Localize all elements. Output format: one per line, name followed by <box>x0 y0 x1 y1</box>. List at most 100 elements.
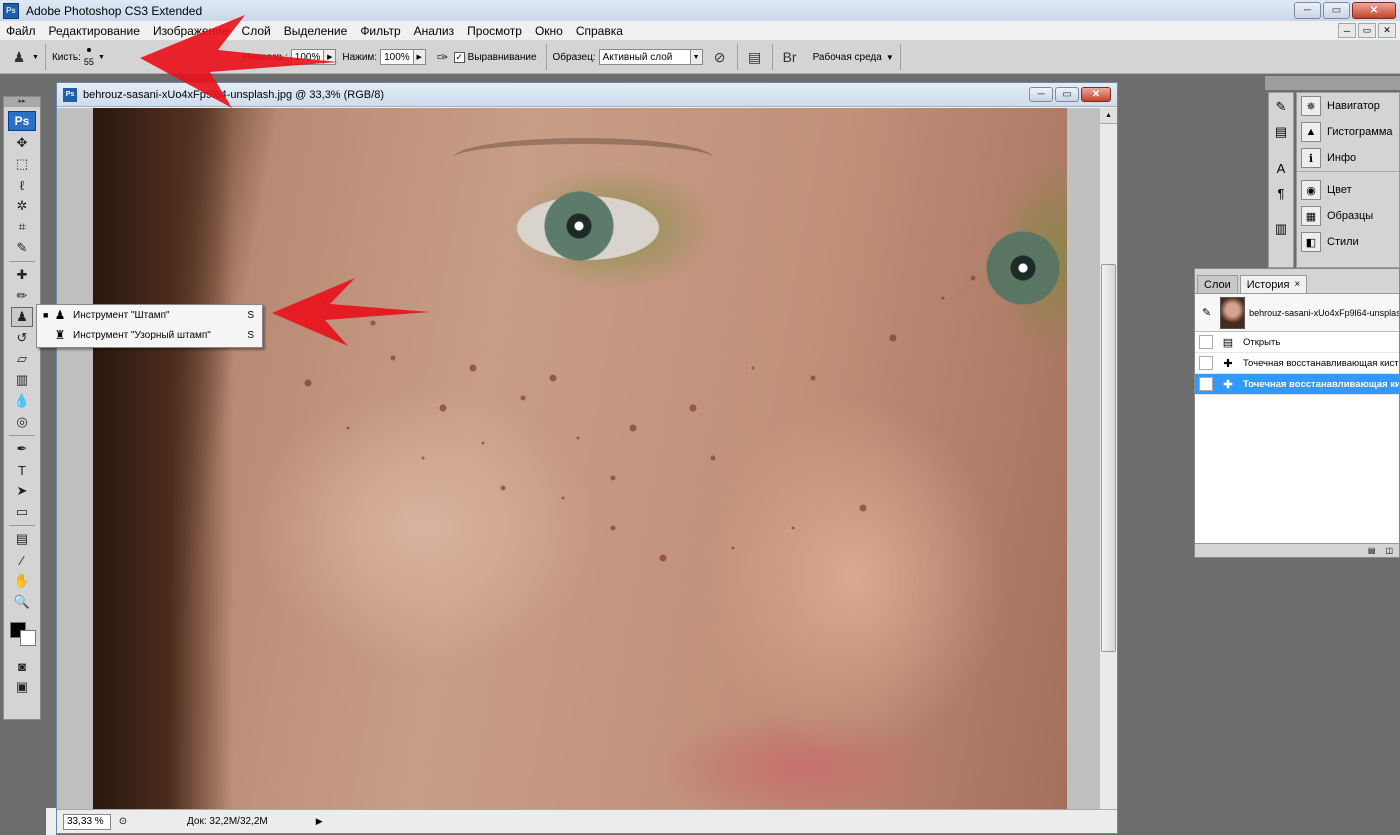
new-snapshot-icon[interactable]: ◫ <box>1385 546 1393 555</box>
document-title-bar[interactable]: Ps behrouz-sasani-xUo4xFp9l64-unsplash.j… <box>57 83 1117 107</box>
chevron-down-icon[interactable]: ▼ <box>32 54 39 61</box>
opacity-slider-button[interactable]: ▶ <box>324 49 337 65</box>
menu-image[interactable]: Изображение <box>153 24 229 38</box>
workspace-menu[interactable]: Рабочая среда <box>813 52 882 63</box>
new-document-from-state-icon[interactable]: ▤ <box>1368 546 1376 555</box>
tab-history[interactable]: История × <box>1239 275 1308 293</box>
ignore-adjustment-layers-icon[interactable]: ⊘ <box>709 46 731 68</box>
toolbox-collapse-handle[interactable]: ▸▸ <box>4 97 40 107</box>
slice-tool-icon[interactable]: ✎ <box>11 238 33 258</box>
status-menu-arrow[interactable]: ▶ <box>316 816 323 827</box>
history-step-open[interactable]: ▤ Открыть <box>1195 332 1399 353</box>
hand-tool-icon[interactable]: ✋ <box>11 571 33 591</box>
layer-comps-panel-icon[interactable]: ▥ <box>1270 218 1292 240</box>
eraser-tool-icon[interactable]: ▱ <box>11 349 33 369</box>
vertical-scrollbar[interactable]: ▲ <box>1099 108 1117 811</box>
dock-item-histogram[interactable]: ▲ Гистограмма <box>1297 119 1399 145</box>
clone-stamp-preset-icon[interactable]: ♟ <box>8 46 30 68</box>
history-step-healing-1[interactable]: ✚ Точечная восстанавливающая кисть <box>1195 353 1399 374</box>
bridge-icon[interactable]: Br <box>779 46 801 68</box>
shape-tool-icon[interactable]: ▭ <box>11 502 33 522</box>
dock-item-color[interactable]: ◉ Цвет <box>1297 177 1399 203</box>
lasso-tool-icon[interactable]: ℓ <box>11 175 33 195</box>
notes-tool-icon[interactable]: ▤ <box>11 529 33 549</box>
clone-source-panel-icon[interactable]: ▤ <box>1270 121 1292 143</box>
menu-filter[interactable]: Фильтр <box>360 24 400 38</box>
status-options-icon[interactable]: ⊙ <box>115 814 131 830</box>
menu-select[interactable]: Выделение <box>284 24 348 38</box>
close-tab-icon[interactable]: × <box>1294 279 1300 290</box>
doc-minimize-button[interactable]: ─ <box>1029 87 1053 102</box>
menu-edit[interactable]: Редактирование <box>49 24 140 38</box>
type-tool-icon[interactable]: T <box>11 460 33 480</box>
history-source-box[interactable] <box>1199 356 1213 370</box>
sample-dropdown[interactable]: Активный слой <box>598 49 691 65</box>
close-button[interactable]: ✕ <box>1352 2 1396 19</box>
dock-item-info[interactable]: ℹ Инфо <box>1297 145 1399 171</box>
airbrush-icon[interactable]: ✑ <box>432 46 454 68</box>
dock-item-navigator[interactable]: ✵ Навигатор <box>1297 93 1399 119</box>
history-snapshot[interactable]: ✎ behrouz-sasani-xUo4xFp9l64-unsplash <box>1195 294 1399 332</box>
history-brush-source-icon[interactable]: ✎ <box>1197 303 1216 323</box>
move-tool-icon[interactable]: ✥ <box>11 133 33 153</box>
menu-view[interactable]: Просмотр <box>467 24 522 38</box>
dock-header[interactable] <box>1265 76 1400 90</box>
flyout-item-pattern-stamp[interactable]: ♜ Инструмент "Узорный штамп" S <box>37 325 262 345</box>
magic-wand-tool-icon[interactable]: ✲ <box>11 196 33 216</box>
palette-well-icon[interactable]: ▤ <box>744 46 766 68</box>
paragraph-panel-icon[interactable]: ¶ <box>1270 182 1292 204</box>
history-step-label: Открыть <box>1243 336 1281 348</box>
history-source-box[interactable] <box>1199 335 1213 349</box>
history-brush-tool-icon[interactable]: ↺ <box>11 328 33 348</box>
zoom-field[interactable]: 33,33 % <box>63 813 111 830</box>
chevron-down-icon[interactable]: ▼ <box>98 54 105 61</box>
quick-mask-icon[interactable]: ◙ <box>11 656 33 676</box>
chevron-down-icon[interactable]: ▼ <box>690 49 703 65</box>
flow-slider-button[interactable]: ▶ <box>413 49 426 65</box>
clone-stamp-tool-icon[interactable]: ♟ <box>11 307 33 327</box>
doc-maximize-button[interactable]: ▭ <box>1055 87 1079 102</box>
brush-picker[interactable]: 55 <box>84 47 94 67</box>
canvas-area[interactable] <box>57 108 1100 811</box>
dodge-tool-icon[interactable]: ◎ <box>11 412 33 432</box>
history-source-box[interactable] <box>1199 377 1213 391</box>
doc-restore-button[interactable]: ▭ <box>1358 23 1376 38</box>
scroll-thumb[interactable] <box>1101 264 1116 652</box>
chevron-down-icon[interactable]: ▼ <box>886 53 894 62</box>
eyedropper-tool-icon[interactable]: ⁄ <box>11 550 33 570</box>
doc-close-button[interactable]: ✕ <box>1081 87 1111 102</box>
screen-mode-icon[interactable]: ▣ <box>11 677 33 697</box>
character-panel-icon[interactable]: A <box>1270 157 1292 179</box>
dock-item-swatches[interactable]: ▦ Образцы <box>1297 203 1399 229</box>
background-color-swatch[interactable] <box>20 630 36 646</box>
marquee-tool-icon[interactable]: ⬚ <box>11 154 33 174</box>
ps-badge-icon[interactable]: Ps <box>8 111 36 131</box>
scroll-up-button[interactable]: ▲ <box>1100 108 1117 124</box>
path-selection-tool-icon[interactable]: ➤ <box>11 481 33 501</box>
history-step-healing-2[interactable]: ✚ Точечная восстанавливающая кисть <box>1195 374 1399 395</box>
flow-field[interactable]: 100% <box>380 49 414 65</box>
gradient-tool-icon[interactable]: ▥ <box>11 370 33 390</box>
healing-brush-tool-icon[interactable]: ✚ <box>11 265 33 285</box>
blur-tool-icon[interactable]: 💧 <box>11 391 33 411</box>
brushes-panel-icon[interactable]: ✎ <box>1270 96 1292 118</box>
menu-file[interactable]: Файл <box>6 24 36 38</box>
zoom-tool-icon[interactable]: 🔍 <box>11 592 33 612</box>
pen-tool-icon[interactable]: ✒ <box>11 439 33 459</box>
tab-layers[interactable]: Слои <box>1197 275 1238 293</box>
doc-minimize-button[interactable]: ─ <box>1338 23 1356 38</box>
menu-help[interactable]: Справка <box>576 24 623 38</box>
dock-item-styles[interactable]: ◧ Стили <box>1297 229 1399 255</box>
doc-close-button[interactable]: ✕ <box>1378 23 1396 38</box>
menu-layer[interactable]: Слой <box>242 24 271 38</box>
minimize-button[interactable]: ─ <box>1294 2 1321 19</box>
crop-tool-icon[interactable]: ⌗ <box>11 217 33 237</box>
photo-canvas[interactable] <box>93 108 1067 811</box>
menu-analysis[interactable]: Анализ <box>414 24 455 38</box>
opacity-field[interactable]: 100% <box>290 49 325 65</box>
menu-window[interactable]: Окно <box>535 24 563 38</box>
brush-tool-icon[interactable]: ✏ <box>11 286 33 306</box>
aligned-checkbox[interactable]: ✓ <box>453 51 465 63</box>
flyout-item-clone-stamp[interactable]: ■ ♟ Инструмент "Штамп" S <box>37 305 262 325</box>
maximize-button[interactable]: ▭ <box>1323 2 1350 19</box>
